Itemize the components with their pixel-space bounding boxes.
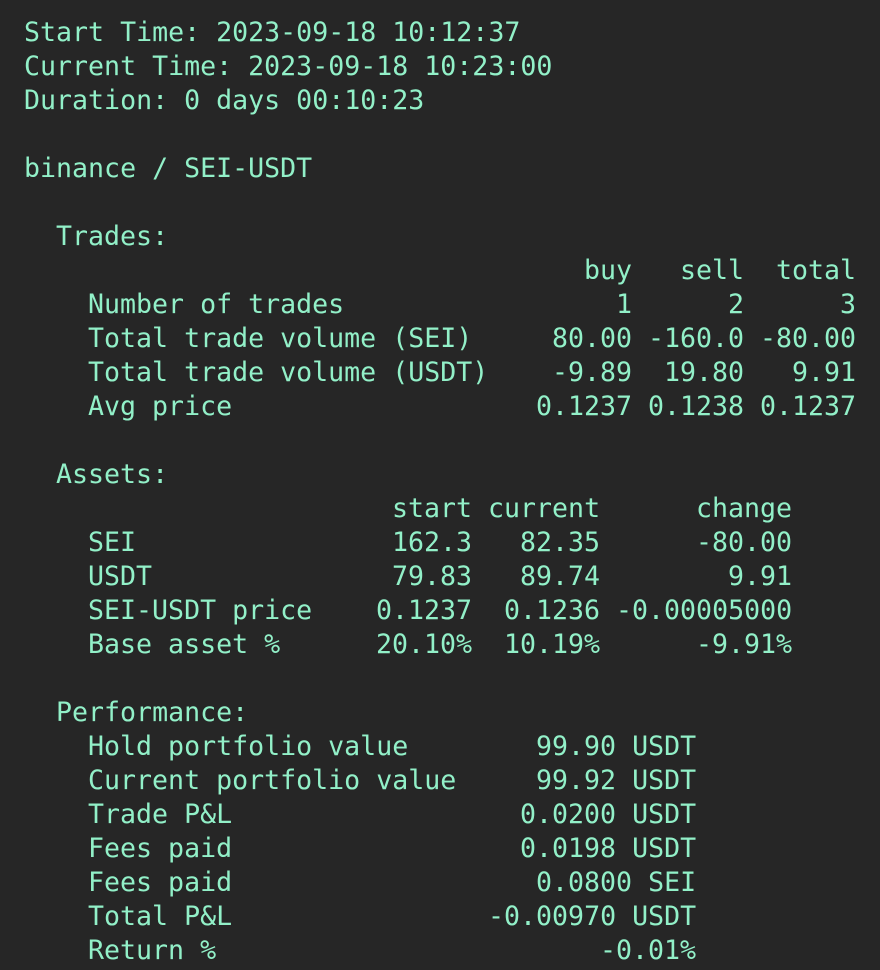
start-time: Start Time: 2023-09-18 10:12:37 (24, 17, 521, 48)
assets-row-change: 9.91 (728, 561, 793, 592)
assets-heading: Assets: (56, 459, 169, 490)
assets-row-change: -9.91% (696, 629, 793, 660)
performance-row-value: -0.01% (600, 935, 697, 966)
current-time: Current Time: 2023-09-18 10:23:00 (24, 51, 553, 82)
assets-row-label: SEI-USDT price (88, 595, 313, 626)
trades-row-total: 9.91 (792, 357, 857, 388)
assets-row-start: 162.3 (392, 527, 473, 558)
assets-row-start: 20.10% (376, 629, 473, 660)
assets-row-start: 79.83 (392, 561, 473, 592)
trades-row-label: Avg price (88, 391, 233, 422)
assets-row-current: 82.35 (520, 527, 601, 558)
performance-row-label: Current portfolio value (88, 765, 457, 796)
performance-row-label: Fees paid (88, 867, 233, 898)
trades-row-label: Number of trades (88, 289, 345, 320)
performance-row-value: 99.90 USDT (536, 731, 697, 762)
trades-row-sell: 0.1238 (648, 391, 745, 422)
trades-row-label: Total trade volume (USDT) (88, 357, 489, 388)
performance-row-label: Return % (88, 935, 217, 966)
trades-heading: Trades: (56, 221, 169, 252)
assets-col-start: start (392, 493, 473, 524)
trades-row-buy: -9.89 (552, 357, 633, 388)
trades-row-total: 0.1237 (760, 391, 857, 422)
trades-row-buy: 80.00 (552, 323, 633, 354)
trades-row-buy: 0.1237 (536, 391, 633, 422)
performance-heading: Performance: (56, 697, 249, 728)
assets-row-change: -80.00 (696, 527, 793, 558)
trades-col-buy: buy (584, 255, 633, 286)
trades-row-total: -80.00 (760, 323, 857, 354)
assets-row-current: 0.1236 (504, 595, 601, 626)
trades-row-sell: -160.0 (648, 323, 745, 354)
trades-col-total: total (776, 255, 857, 286)
performance-row-label: Trade P&L (88, 799, 233, 830)
terminal-window: Start Time: 2023-09-18 10:12:37 Current … (0, 0, 880, 970)
assets-col-current: current (488, 493, 601, 524)
duration: Duration: 0 days 00:10:23 (24, 85, 425, 116)
performance-row-value: 99.92 USDT (536, 765, 697, 796)
assets-row-start: 0.1237 (376, 595, 473, 626)
trades-row-total: 3 (840, 289, 857, 320)
performance-row-label: Hold portfolio value (88, 731, 409, 762)
assets-row-change: -0.00005000 (616, 595, 793, 626)
performance-row-value: 0.0800 SEI (536, 867, 697, 898)
performance-row-value: 0.0198 USDT (520, 833, 697, 864)
trades-row-buy: 1 (616, 289, 633, 320)
performance-row-label: Fees paid (88, 833, 233, 864)
assets-row-label: Base asset % (88, 629, 281, 660)
assets-row-current: 89.74 (520, 561, 601, 592)
assets-row-label: USDT (88, 561, 153, 592)
performance-row-value: -0.00970 USDT (488, 901, 697, 932)
trades-col-sell: sell (680, 255, 745, 286)
assets-row-label: SEI (88, 527, 137, 558)
trades-row-sell: 2 (728, 289, 745, 320)
trades-row-sell: 19.80 (664, 357, 745, 388)
assets-col-change: change (696, 493, 793, 524)
market-title: binance / SEI-USDT (24, 153, 313, 184)
performance-row-value: 0.0200 USDT (520, 799, 697, 830)
performance-row-label: Total P&L (88, 901, 233, 932)
trades-row-label: Total trade volume (SEI) (88, 323, 473, 354)
assets-row-current: 10.19% (504, 629, 601, 660)
